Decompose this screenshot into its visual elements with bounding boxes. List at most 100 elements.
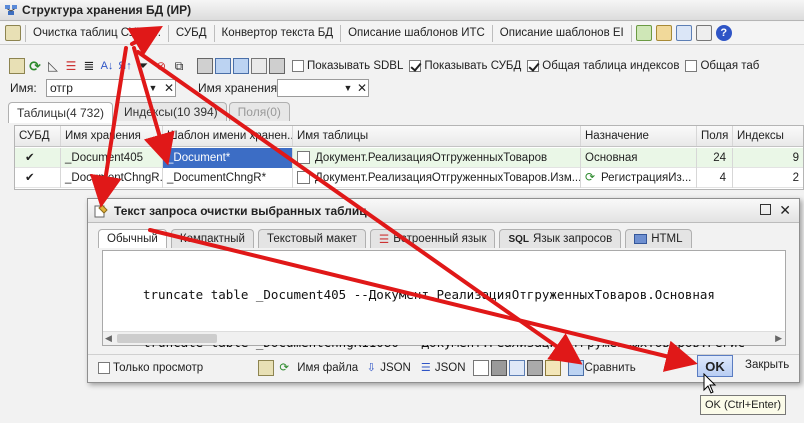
fields-cell: 4 — [697, 168, 733, 188]
json-icon: ⇩ — [366, 361, 376, 374]
document-icon — [297, 151, 310, 164]
edit-icon[interactable] — [258, 359, 275, 376]
its-templates-button[interactable]: Описание шаблонов ИТС — [343, 24, 490, 43]
image-icon[interactable] — [508, 359, 525, 376]
tab-fields[interactable]: Поля(0) — [228, 102, 290, 121]
db-text-converter-button[interactable]: Конвертор текста БД — [217, 24, 339, 43]
text-file-icon[interactable] — [472, 359, 489, 376]
common-table-label: Общая таб — [700, 60, 760, 72]
clear-query-dialog: Текст запроса очистки выбранных таблиц. … — [87, 198, 800, 383]
mouse-cursor — [703, 373, 717, 394]
dbms-check: ✔ — [15, 168, 61, 188]
filter-clear-icon[interactable]: ⊘ — [153, 58, 169, 74]
export-icon[interactable] — [635, 25, 652, 41]
columns-icon[interactable] — [215, 58, 231, 74]
columns2-icon[interactable] — [233, 58, 249, 74]
purpose-text: РегистрацияИз... — [601, 172, 692, 184]
common-index-table-label: Общая таблица индексов — [542, 60, 680, 72]
compare-icon — [567, 359, 584, 376]
save-icon[interactable] — [490, 359, 507, 376]
tab-tables[interactable]: Таблицы(4 732) — [8, 102, 114, 123]
tab-indexes[interactable]: Индексы(10 394) — [115, 102, 227, 121]
template-cell[interactable]: _Document* — [163, 148, 293, 168]
refresh-icon[interactable]: ⟳ — [27, 58, 43, 74]
name-clear-icon[interactable]: ✕ — [162, 80, 176, 96]
col-fields[interactable]: Поля — [697, 126, 733, 146]
list-icon[interactable]: ≣ — [81, 58, 97, 74]
tab-html[interactable]: HTML — [625, 229, 692, 248]
import-icon[interactable] — [655, 25, 672, 41]
command-bar: Очистка таблиц СУБД... СУБД Конвертор те… — [0, 22, 804, 45]
dialog-tabs: Обычный Компактный Текстовый макет ☰ Вст… — [98, 229, 696, 249]
show-sdbl-checkbox[interactable] — [292, 60, 304, 72]
json-export-button[interactable]: JSON — [435, 362, 466, 374]
show-dbms-label: Показывать СУБД — [424, 60, 522, 72]
new-window-icon[interactable] — [675, 25, 692, 41]
common-table-checkbox[interactable] — [685, 60, 698, 72]
show-dbms-checkbox[interactable] — [409, 60, 422, 72]
registration-icon: ⟳ — [585, 170, 596, 184]
table-row[interactable]: ✔ _DocumentChngR... _DocumentChngR* Доку… — [15, 168, 803, 188]
col-storage-name[interactable]: Имя хранения — [61, 126, 163, 146]
table-icon[interactable] — [197, 58, 213, 74]
clear-dbms-tables-button[interactable]: Очистка таблиц СУБД... — [28, 24, 166, 43]
main-tabs: Таблицы(4 732) Индексы(10 394) Поля(0) — [8, 102, 292, 123]
col-indexes[interactable]: Индексы — [733, 126, 804, 146]
file-name-button[interactable]: Имя файла — [297, 362, 358, 374]
name-dropdown-icon[interactable]: ▼ — [146, 80, 160, 96]
read-only-checkbox[interactable] — [98, 361, 110, 374]
json-import-button[interactable]: JSON — [380, 362, 411, 374]
floppy-icon[interactable] — [526, 359, 543, 376]
col-dbms[interactable]: СУБД — [15, 126, 61, 146]
copy-icon[interactable]: ⧉ — [171, 58, 187, 74]
close-button[interactable]: Закрыть — [745, 359, 789, 371]
storage-dropdown-icon[interactable]: ▼ — [341, 80, 355, 96]
scroll-thumb[interactable] — [117, 334, 217, 343]
structure-icon[interactable]: ☰ — [63, 58, 79, 74]
html-icon — [634, 234, 648, 244]
tab-normal[interactable]: Обычный — [98, 229, 167, 248]
tab-query-language[interactable]: SQL Язык запросов — [499, 229, 622, 248]
ei-templates-button[interactable]: Описание шаблонов EI — [495, 24, 629, 43]
upload-icon[interactable] — [544, 359, 561, 376]
window-title: Структура хранения БД (ИР) — [22, 3, 192, 17]
col-purpose[interactable]: Назначение — [581, 126, 697, 146]
scroll-left-icon[interactable]: ◀ — [105, 333, 112, 344]
separator — [491, 24, 493, 42]
dbms-button[interactable]: СУБД — [171, 24, 212, 43]
storage-clear-icon[interactable]: ✕ — [355, 80, 369, 96]
chart-icon[interactable]: ◺ — [45, 58, 61, 74]
storage-name-cell: _Document405 — [61, 148, 163, 168]
col-template[interactable]: Шаблон имени хранен... — [163, 126, 293, 146]
tab-text-layout[interactable]: Текстовый макет — [257, 229, 366, 248]
close-icon[interactable]: ✕ — [779, 202, 791, 219]
col-table-name[interactable]: Имя таблицы — [293, 126, 581, 146]
sort-desc-icon[interactable]: Я↑ — [117, 58, 133, 74]
edit-icon[interactable] — [5, 25, 21, 41]
refresh-icon[interactable]: ⟳ — [276, 360, 292, 376]
dialog-titlebar: Текст запроса очистки выбранных таблиц. … — [88, 199, 799, 223]
scroll-right-icon[interactable]: ▶ — [775, 333, 782, 344]
sort-asc-icon[interactable]: A↓ — [99, 58, 115, 74]
horizontal-scrollbar[interactable]: ◀ ▶ — [103, 331, 785, 345]
tab-builtin-language[interactable]: ☰ Встроенный язык — [369, 229, 496, 248]
dbms-check: ✔ — [15, 148, 61, 168]
print-icon[interactable] — [269, 58, 285, 74]
storage-name-cell: _DocumentChngR... — [61, 168, 163, 188]
template-cell: _DocumentChngR* — [163, 168, 293, 188]
tab-compact[interactable]: Компактный — [170, 229, 254, 248]
maximize-icon[interactable] — [760, 204, 771, 215]
report-icon[interactable] — [251, 58, 267, 74]
common-index-table-checkbox[interactable] — [527, 60, 540, 72]
help-icon[interactable]: ? — [715, 25, 732, 41]
compare-button[interactable]: Сравнить — [585, 362, 636, 374]
query-text-editor[interactable]: truncate table _Document405 --Документ.Р… — [102, 250, 786, 350]
tree-icon[interactable] — [695, 25, 712, 41]
separator — [167, 24, 169, 42]
filter-icon[interactable]: ⏷ — [135, 58, 151, 74]
table-name-text: Документ.РеализацияОтгруженныхТоваров — [315, 152, 548, 164]
edit-row-icon[interactable] — [9, 58, 25, 74]
table-row[interactable]: ✔ _Document405 _Document* Документ.Реали… — [15, 148, 803, 168]
separator — [340, 24, 342, 42]
table-name-text: Документ.РеализацияОтгруженныхТоваров.Из… — [315, 172, 581, 184]
